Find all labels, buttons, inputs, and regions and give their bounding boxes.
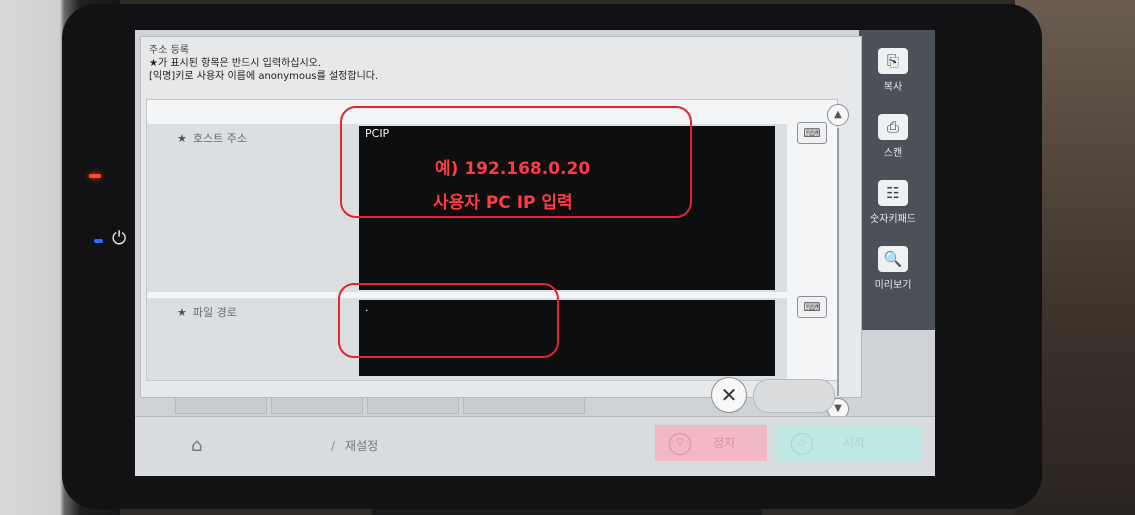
host-keyboard-button[interactable]: ⌨ bbox=[797, 122, 827, 144]
side-button-copy[interactable]: ⎘ 복사 bbox=[863, 48, 923, 93]
dialog-title: 주소 등록 bbox=[149, 45, 189, 56]
file-path-label-text: 파일 경로 bbox=[192, 306, 237, 319]
start-icon: ◇ bbox=[791, 432, 813, 455]
touch-screen: ⎘ 복사 ⎙ 스캔 ☷ 숫자키패드 🔍 미리보기 주소 등록 ★가 표시된 항목… bbox=[135, 30, 935, 476]
dialog-message: ★가 표시된 항목은 반드시 입력하십시오. [익명]키로 사용자 이름에 an… bbox=[149, 57, 378, 83]
side-label: 미리보기 bbox=[874, 280, 912, 291]
stop-label: 정지 bbox=[713, 436, 736, 450]
annotation-instruction: 사용자 PC IP 입력 bbox=[433, 193, 573, 213]
close-button[interactable]: ✕ bbox=[711, 377, 747, 413]
status-led-blue bbox=[94, 239, 103, 243]
stop-button[interactable]: ▽ 정지 bbox=[655, 425, 767, 461]
side-label: 스캔 bbox=[883, 148, 903, 159]
pen-icon: ∕ bbox=[331, 439, 336, 453]
side-label: 복사 bbox=[883, 82, 903, 93]
scrollbar[interactable] bbox=[837, 128, 839, 396]
side-button-scan[interactable]: ⎙ 스캔 bbox=[863, 114, 923, 159]
file-path-label: ★ 파일 경로 bbox=[177, 304, 237, 320]
power-save-icon[interactable]: ⏻ bbox=[112, 228, 126, 249]
annotation-ip-example: 예) 192.168.0.20 bbox=[435, 159, 591, 179]
required-mark: ★ bbox=[177, 306, 187, 319]
side-button-keypad[interactable]: ☷ 숫자키패드 bbox=[863, 180, 923, 225]
dialog-message-line: [익명]키로 사용자 이름에 anonymous를 설정합니다. bbox=[149, 71, 379, 82]
scroll-up-button[interactable]: ▲ bbox=[827, 104, 849, 126]
host-address-label: ★ 호스트 주소 bbox=[177, 130, 247, 146]
scan-icon: ⎙ bbox=[878, 114, 908, 140]
annotation-box-path bbox=[338, 283, 559, 358]
ok-button[interactable] bbox=[753, 379, 835, 413]
preview-icon: 🔍 bbox=[878, 246, 908, 272]
status-led-red bbox=[89, 174, 101, 178]
dialog-message-line: ★가 표시된 항목은 반드시 입력하십시오. bbox=[149, 58, 322, 69]
start-label: 시작 bbox=[843, 436, 866, 450]
side-label: 숫자키패드 bbox=[870, 214, 916, 225]
bottom-bar: ⌂ ∕ 재설정 ▽ 정지 ◇ 시작 bbox=[135, 416, 935, 476]
reset-button[interactable]: ∕ 재설정 bbox=[331, 437, 378, 454]
home-icon[interactable]: ⌂ bbox=[191, 435, 202, 456]
device-stand bbox=[372, 509, 762, 515]
path-keyboard-button[interactable]: ⌨ bbox=[797, 296, 827, 318]
keypad-icon: ☷ bbox=[878, 180, 908, 206]
copy-icon: ⎘ bbox=[878, 48, 908, 74]
side-button-preview[interactable]: 🔍 미리보기 bbox=[863, 246, 923, 291]
stop-icon: ▽ bbox=[669, 432, 691, 455]
host-address-label-text: 호스트 주소 bbox=[192, 132, 247, 145]
start-button[interactable]: ◇ 시작 bbox=[775, 425, 921, 461]
required-mark: ★ bbox=[177, 132, 187, 145]
reset-label: 재설정 bbox=[345, 439, 379, 453]
